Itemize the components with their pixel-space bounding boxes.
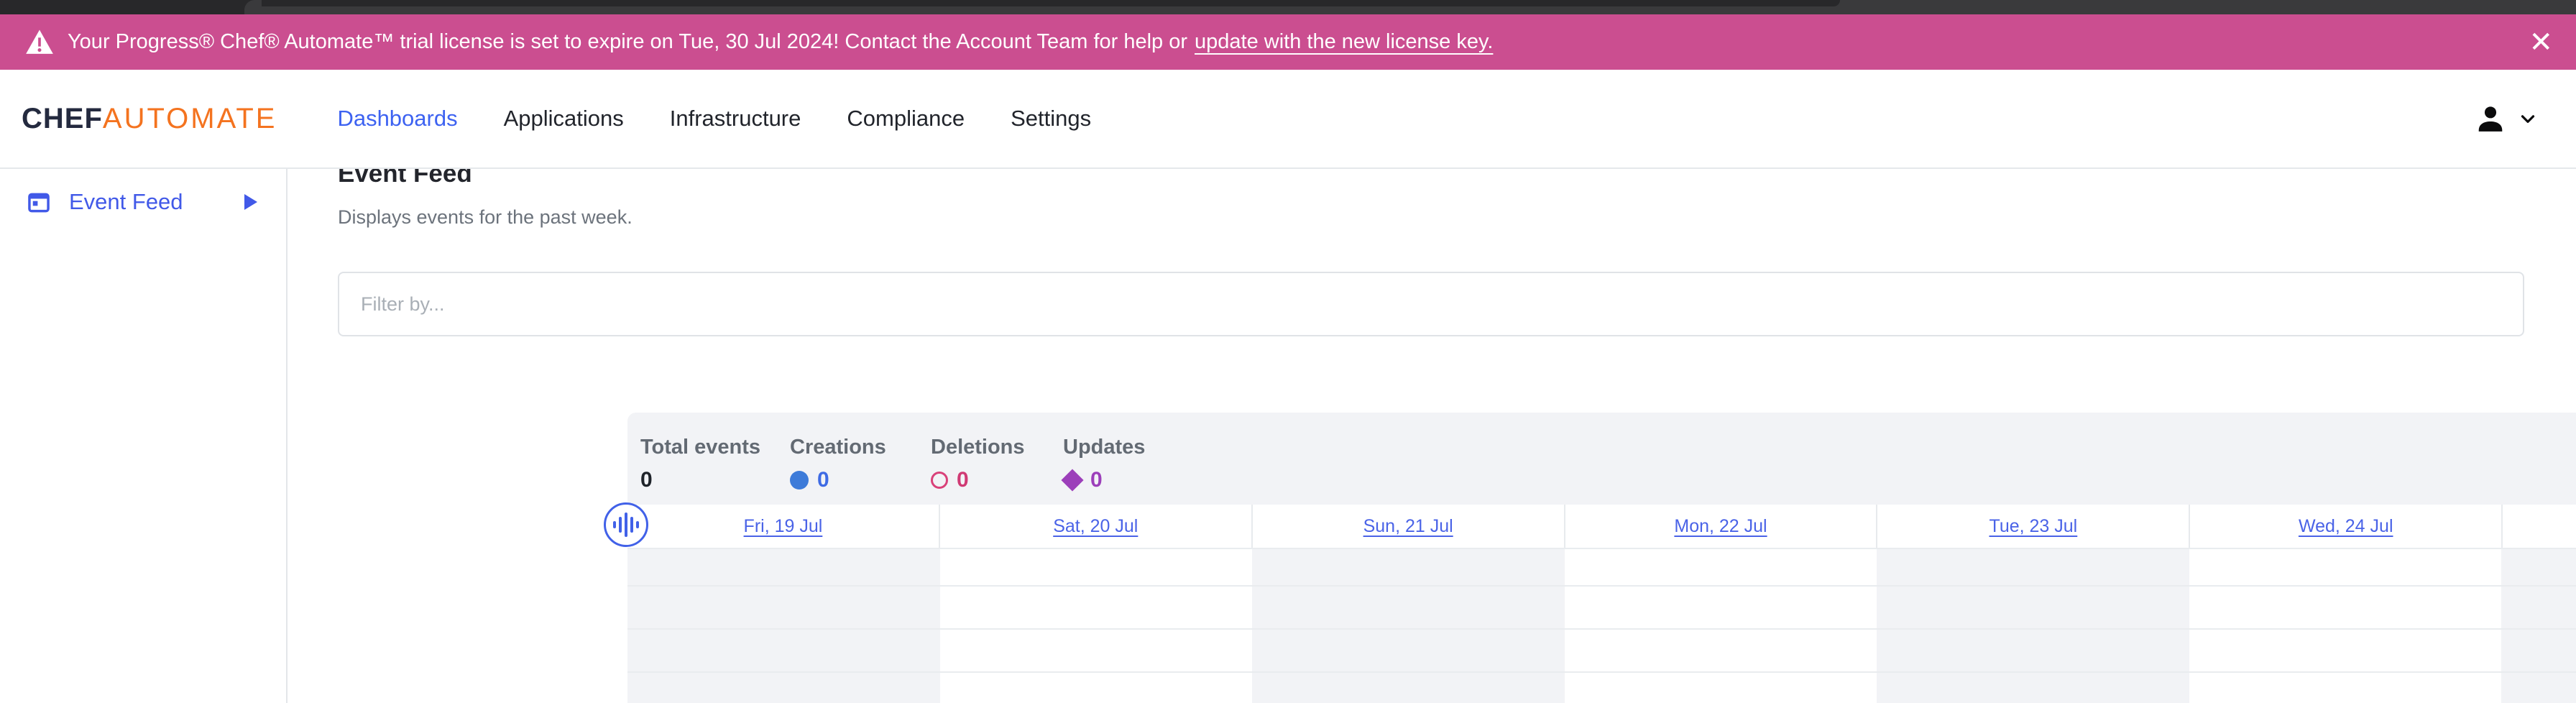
updates-diamond-icon: [1061, 469, 1083, 491]
timeline-cell: [1252, 587, 1565, 628]
stat-value: 0: [817, 468, 829, 492]
nav-infrastructure[interactable]: Infrastructure: [670, 106, 801, 132]
stat-value: 0: [640, 468, 790, 492]
stat-updates: Updates 0: [1063, 436, 1145, 492]
timescale-control-left[interactable]: [604, 502, 648, 547]
nav-settings[interactable]: Settings: [1011, 106, 1091, 132]
nav-applications[interactable]: Applications: [504, 106, 624, 132]
chevron-down-icon: [2517, 108, 2539, 129]
logo-automate-text: AUTOMATE: [103, 103, 277, 134]
logo-chef-text: CHEF: [22, 103, 103, 134]
timeline-cell: [1877, 587, 2189, 628]
day-link[interactable]: Wed, 24 Jul: [2299, 516, 2393, 537]
timeline-cell: [627, 549, 940, 585]
sidebar: Event Feed: [0, 169, 288, 703]
event-summary-card: Total events 0 Creations 0 Deletions 0: [627, 413, 2576, 703]
creations-dot-icon: [790, 471, 809, 490]
sidebar-item-label: Event Feed: [69, 189, 183, 215]
timeline-cell: [2501, 587, 2576, 628]
timeline-row: [627, 671, 2576, 703]
page-title: Event Feed: [338, 169, 2576, 190]
stat-deletions: Deletions 0: [931, 436, 1063, 492]
timeline-cell: [627, 587, 940, 628]
day-header-cell: Fri, 19 Jul: [627, 505, 939, 548]
day-header-cell: Sun, 21 Jul: [1251, 505, 1564, 548]
nav-dashboards[interactable]: Dashboards: [337, 106, 457, 132]
timeline-cell: [940, 587, 1253, 628]
timeline-cell: [940, 673, 1253, 703]
timeline-cell: [1252, 673, 1565, 703]
timeline-cell: [1565, 587, 1877, 628]
calendar-icon: [27, 190, 50, 213]
event-stats: Total events 0 Creations 0 Deletions 0: [640, 436, 1145, 492]
user-menu[interactable]: [2474, 102, 2554, 135]
day-header-cell: Thu, 25 Jul: [2501, 505, 2576, 548]
day-link[interactable]: Fri, 19 Jul: [744, 516, 823, 537]
timeline-cell: [2189, 549, 2502, 585]
timeline-cell: [1252, 549, 1565, 585]
deletions-ring-icon: [931, 472, 948, 489]
timeline-cell: [627, 630, 940, 671]
license-warning-text: Your Progress® Chef® Automate™ trial lic…: [68, 30, 1187, 54]
close-icon[interactable]: ✕: [2529, 28, 2553, 57]
stat-label: Deletions: [931, 436, 1063, 459]
stat-label: Creations: [790, 436, 931, 459]
stat-total-events: Total events 0: [640, 436, 790, 492]
day-link[interactable]: Sat, 20 Jul: [1053, 516, 1138, 537]
browser-tab-strip-top: [244, 0, 1840, 6]
browser-tab-strip: [0, 0, 253, 14]
timeline-cell: [1252, 630, 1565, 671]
day-link[interactable]: Sun, 21 Jul: [1363, 516, 1453, 537]
timeline-cell: [940, 549, 1253, 585]
timeline-cell: [2501, 630, 2576, 671]
day-link[interactable]: Tue, 23 Jul: [1989, 516, 2077, 537]
warning-triangle-icon: [24, 28, 55, 57]
app-header: CHEFAUTOMATE Dashboards Applications Inf…: [0, 70, 2576, 167]
license-warning-banner: Your Progress® Chef® Automate™ trial lic…: [0, 14, 2576, 70]
timeline-cell: [1565, 630, 1877, 671]
timeline-cell: [2189, 630, 2502, 671]
timeline-row: [627, 585, 2576, 628]
timeline-cell: [2189, 673, 2502, 703]
expand-arrow-icon[interactable]: [244, 194, 257, 210]
timeline-row: [627, 628, 2576, 671]
stat-value: 0: [1090, 468, 1103, 492]
timeline-cell: [1877, 673, 2189, 703]
stat-label: Updates: [1063, 436, 1145, 459]
main-content: Event Feed Displays events for the past …: [289, 169, 2576, 703]
filter-input[interactable]: [338, 272, 2524, 336]
timeline-day-header: Fri, 19 Jul Sat, 20 Jul Sun, 21 Jul Mon,…: [627, 505, 2576, 548]
timeline-cell: [1877, 549, 2189, 585]
timeline-row: [627, 548, 2576, 585]
timeline-cell: [2501, 673, 2576, 703]
timeline-cell: [2189, 587, 2502, 628]
page-body: Event Feed Event Feed Displays events fo…: [0, 167, 2576, 703]
browser-tab-corner: [244, 0, 262, 14]
update-license-link[interactable]: update with the new license key.: [1195, 30, 1493, 54]
stat-creations: Creations 0: [790, 436, 931, 492]
user-icon: [2474, 102, 2507, 135]
timeline-cell: [2501, 549, 2576, 585]
page-subtitle: Displays events for the past week.: [338, 206, 2576, 229]
main-nav: Dashboards Applications Infrastructure C…: [337, 106, 1091, 132]
timeline-cell: [940, 630, 1253, 671]
timeline-cell: [627, 673, 940, 703]
sidebar-item-event-feed[interactable]: Event Feed: [0, 179, 286, 225]
day-link[interactable]: Mon, 22 Jul: [1674, 516, 1767, 537]
day-header-cell: Tue, 23 Jul: [1876, 505, 2189, 548]
stat-label: Total events: [640, 436, 790, 459]
event-timeline: Fri, 19 Jul Sat, 20 Jul Sun, 21 Jul Mon,…: [627, 505, 2576, 703]
chef-automate-logo: CHEFAUTOMATE: [22, 103, 277, 135]
browser-chrome-strip: [0, 0, 2576, 14]
timeline-cell: [1565, 673, 1877, 703]
timeline-cell: [1565, 549, 1877, 585]
nav-compliance[interactable]: Compliance: [847, 106, 965, 132]
timeline-cell: [1877, 630, 2189, 671]
stat-value: 0: [957, 468, 969, 492]
day-header-cell: Wed, 24 Jul: [2189, 505, 2501, 548]
day-header-cell: Sat, 20 Jul: [939, 505, 1251, 548]
waveform-icon: [613, 521, 616, 528]
day-header-cell: Mon, 22 Jul: [1564, 505, 1877, 548]
